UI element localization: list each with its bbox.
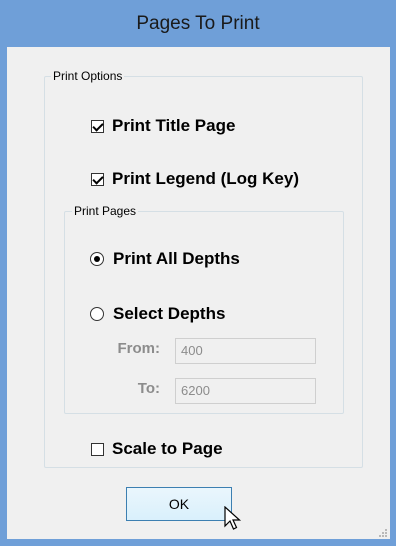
ok-button[interactable]: OK [126, 487, 232, 521]
from-label: From: [117, 340, 161, 357]
scale-to-page-checkbox[interactable]: Scale to Page [91, 439, 223, 459]
checkbox-checked-icon[interactable] [91, 172, 104, 186]
window-title: Pages To Print [136, 13, 260, 34]
print-title-page-checkbox[interactable]: Print Title Page [91, 116, 235, 136]
print-legend-checkbox[interactable]: Print Legend (Log Key) [91, 169, 299, 189]
radio-unselected-icon[interactable] [90, 307, 104, 321]
select-depths-radio[interactable]: Select Depths [90, 304, 225, 324]
print-options-legend: Print Options [51, 69, 125, 83]
resize-grip-icon[interactable] [378, 528, 388, 538]
radio-selected-icon[interactable] [90, 252, 104, 266]
print-title-page-label: Print Title Page [112, 116, 236, 135]
scale-to-page-label: Scale to Page [112, 439, 223, 458]
title-bar[interactable]: Pages To Print [0, 0, 396, 47]
to-label: To: [137, 380, 160, 397]
checkbox-unchecked-icon[interactable] [91, 442, 104, 456]
checkbox-checked-icon[interactable] [91, 119, 104, 133]
print-all-depths-radio[interactable]: Print All Depths [90, 249, 240, 269]
select-depths-label: Select Depths [113, 304, 226, 323]
from-input[interactable]: 400 [175, 338, 316, 364]
dialog-window: Pages To Print Print Options Print Title… [0, 0, 396, 546]
to-input[interactable]: 6200 [175, 378, 316, 404]
print-pages-legend: Print Pages [72, 204, 139, 218]
print-legend-label: Print Legend (Log Key) [112, 169, 299, 188]
mouse-pointer-icon [224, 506, 242, 530]
print-all-depths-label: Print All Depths [113, 249, 240, 268]
